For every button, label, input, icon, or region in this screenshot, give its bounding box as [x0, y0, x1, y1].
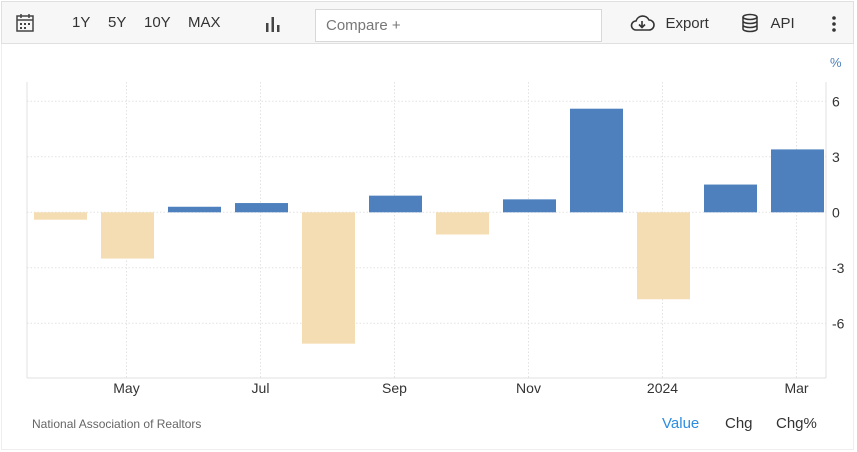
x-tick-label: May [113, 380, 139, 396]
view-chg-button[interactable]: Chg [725, 415, 753, 432]
bar-chart: 6 3 0 -3 -6 May Jul Sep Nov 2024 Mar% [26, 55, 845, 396]
x-tick-label: Jul [252, 380, 270, 396]
x-tick-label: Mar [784, 380, 808, 396]
y-tick-label: 6 [832, 93, 840, 109]
x-tick-label: Nov [516, 380, 541, 396]
source-label: National Association of Realtors [32, 417, 202, 431]
bar [101, 212, 154, 259]
y-tick-label: -3 [832, 260, 845, 276]
bar [704, 184, 757, 213]
bar [570, 108, 623, 213]
bar [235, 203, 288, 213]
y-tick-label: 3 [832, 149, 840, 165]
y-tick-label: 0 [832, 204, 840, 220]
bar [436, 212, 489, 235]
view-chg-percent-button[interactable]: Chg% [776, 415, 817, 432]
bar [302, 212, 355, 344]
bar [34, 212, 87, 220]
bar [369, 195, 422, 213]
unit-label: % [830, 55, 842, 70]
bar [637, 212, 690, 300]
bar [771, 149, 824, 213]
x-tick-label: Sep [382, 380, 407, 396]
x-tick-label: 2024 [647, 380, 678, 396]
bar [503, 199, 556, 213]
view-value-button[interactable]: Value [662, 415, 699, 432]
bar [168, 206, 221, 213]
y-tick-label: -6 [832, 315, 845, 331]
